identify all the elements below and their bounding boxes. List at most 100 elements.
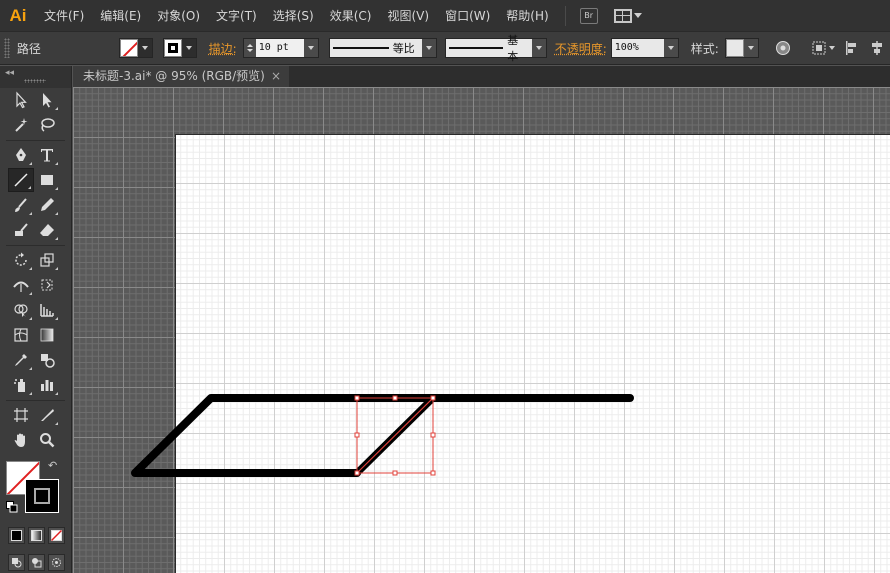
chevron-down-icon xyxy=(307,46,314,50)
variable-width-profile-select[interactable]: 等比 xyxy=(328,38,437,58)
paintbrush-tool[interactable] xyxy=(8,193,34,217)
color-button[interactable] xyxy=(8,527,25,544)
graphic-style-picker[interactable] xyxy=(724,38,759,58)
resize-handle[interactable] xyxy=(392,395,398,401)
opacity-input[interactable]: 100% xyxy=(611,39,664,57)
opacity-panel-link[interactable]: 不透明度: xyxy=(551,40,611,57)
menu-edit[interactable]: 编辑(E) xyxy=(92,0,149,32)
stroke-weight-input[interactable]: 10 pt xyxy=(255,39,304,57)
perspective-grid-tool[interactable] xyxy=(34,298,60,322)
stroke-color-picker[interactable] xyxy=(162,38,197,58)
align-left-button[interactable] xyxy=(841,37,862,59)
magic-wand-icon xyxy=(15,118,28,132)
recolor-icon xyxy=(776,41,791,55)
brush-definition-label: 基本 xyxy=(507,34,519,63)
align-grid-icon xyxy=(812,41,826,55)
slice-icon xyxy=(41,409,54,421)
width-tool[interactable] xyxy=(8,273,34,297)
none-button[interactable] xyxy=(48,527,65,544)
lasso-tool[interactable] xyxy=(34,113,60,137)
gradient-swatch-icon xyxy=(31,530,42,541)
gradient-button[interactable] xyxy=(28,527,45,544)
slice-tool[interactable] xyxy=(34,403,60,427)
shape-builder-icon xyxy=(14,304,28,317)
default-fill-stroke-icon[interactable] xyxy=(6,501,18,513)
blend-tool[interactable] xyxy=(34,348,60,372)
canvas-pasteboard[interactable] xyxy=(73,87,890,573)
resize-handle[interactable] xyxy=(354,432,360,438)
collapse-panel-icon[interactable]: ◂◂ xyxy=(5,68,14,78)
artboard-icon xyxy=(14,408,28,422)
shape-builder-tool[interactable] xyxy=(8,298,34,322)
resize-handle[interactable] xyxy=(430,395,436,401)
menu-select[interactable]: 选择(S) xyxy=(265,0,322,32)
draw-behind-button[interactable] xyxy=(28,554,45,571)
resize-handle[interactable] xyxy=(354,470,360,476)
stepper-arrows-icon[interactable] xyxy=(243,39,256,57)
chevron-down-icon xyxy=(828,46,835,50)
type-tool[interactable] xyxy=(34,143,60,167)
pencil-tool[interactable] xyxy=(34,193,60,217)
menu-object[interactable]: 对象(O) xyxy=(149,0,208,32)
variable-width-label: 等比 xyxy=(392,42,415,55)
align-center-button[interactable] xyxy=(867,37,888,59)
free-transform-tool[interactable] xyxy=(34,273,60,297)
align-to-button[interactable] xyxy=(808,37,837,59)
close-icon[interactable]: × xyxy=(271,66,281,87)
resize-handle[interactable] xyxy=(430,470,436,476)
fill-color-picker[interactable] xyxy=(118,38,153,58)
line-segment-tool[interactable] xyxy=(8,168,34,192)
draw-normal-button[interactable] xyxy=(8,554,25,571)
column-graph-tool[interactable] xyxy=(34,373,60,397)
menu-help[interactable]: 帮助(H) xyxy=(498,0,556,32)
eyedropper-tool[interactable] xyxy=(8,348,34,372)
stroke-swatch-large[interactable] xyxy=(25,479,59,513)
direct-selection-tool[interactable] xyxy=(34,88,60,112)
resize-handle[interactable] xyxy=(392,470,398,476)
mesh-tool[interactable] xyxy=(8,323,34,347)
document-tab[interactable]: 未标题-3.ai* @ 95% (RGB/预览) × xyxy=(73,66,289,87)
panel-grip[interactable] xyxy=(24,79,46,83)
blend-icon xyxy=(41,354,55,368)
pen-icon xyxy=(16,148,26,161)
recolor-artwork-button[interactable] xyxy=(773,37,794,59)
control-bar: 路径 描边: 10 pt 等比 基本 不透明度: 100% 样式: xyxy=(0,32,890,65)
eraser-tool[interactable] xyxy=(34,218,60,242)
rotate-tool[interactable] xyxy=(8,248,34,272)
hand-icon xyxy=(14,433,25,447)
gradient-tool[interactable] xyxy=(34,323,60,347)
hand-tool[interactable] xyxy=(8,428,34,452)
panel-grip[interactable] xyxy=(4,38,10,58)
tools-panel-header[interactable]: ◂◂ xyxy=(0,66,71,88)
fill-stroke-control: ↶ xyxy=(0,457,71,523)
menu-effect[interactable]: 效果(C) xyxy=(322,0,380,32)
draw-inside-button[interactable] xyxy=(48,554,65,571)
selection-tool[interactable] xyxy=(8,88,34,112)
scale-tool[interactable] xyxy=(34,248,60,272)
bridge-button[interactable]: Br xyxy=(579,7,598,24)
pen-tool[interactable] xyxy=(8,143,34,167)
artboard-tool[interactable] xyxy=(8,403,34,427)
eraser-icon xyxy=(40,224,54,236)
menu-type[interactable]: 文字(T) xyxy=(208,0,265,32)
pencil-icon xyxy=(41,198,54,211)
menu-window[interactable]: 窗口(W) xyxy=(437,0,498,32)
parallelogram-stroke-path[interactable] xyxy=(131,394,634,477)
resize-handle[interactable] xyxy=(354,395,360,401)
menu-file[interactable]: 文件(F) xyxy=(36,0,92,32)
menu-view[interactable]: 视图(V) xyxy=(379,0,437,32)
resize-handle[interactable] xyxy=(430,432,436,438)
rectangle-tool[interactable] xyxy=(34,168,60,192)
swap-fill-stroke-icon[interactable]: ↶ xyxy=(48,459,57,472)
magic-wand-tool[interactable] xyxy=(8,113,34,137)
stroke-panel-link[interactable]: 描边: xyxy=(205,40,241,57)
zoom-tool[interactable] xyxy=(34,428,60,452)
arrange-documents-button[interactable] xyxy=(613,8,642,23)
stroke-weight-stepper[interactable]: 10 pt xyxy=(242,38,319,58)
opacity-select[interactable]: 100% xyxy=(610,38,679,58)
symbol-sprayer-tool[interactable] xyxy=(8,373,34,397)
document-tab-bar: 未标题-3.ai* @ 95% (RGB/预览) × xyxy=(73,66,890,87)
brush-definition-select[interactable]: 基本 xyxy=(444,34,547,63)
draw-behind-icon xyxy=(32,558,42,568)
blob-brush-tool[interactable] xyxy=(8,218,34,242)
